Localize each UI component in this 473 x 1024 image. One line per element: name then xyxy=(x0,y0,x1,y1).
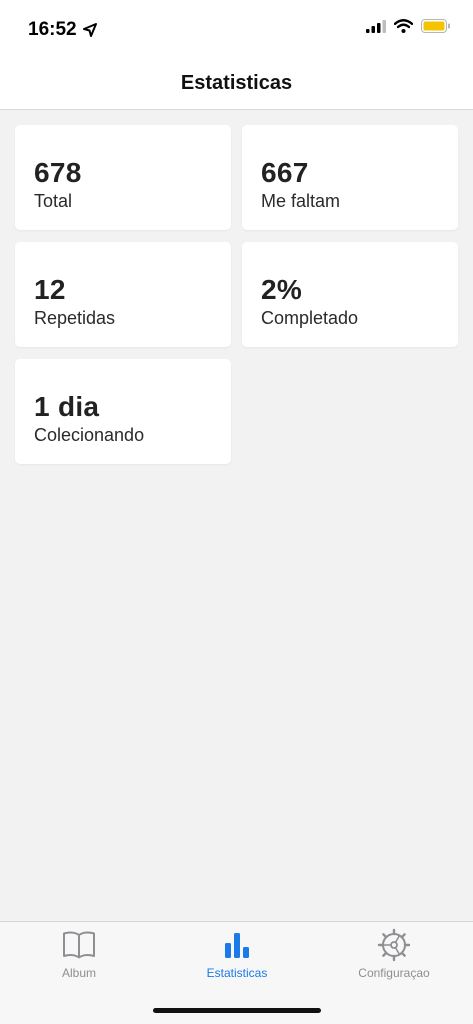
stat-card-duplicates: 12 Repetidas xyxy=(15,242,231,347)
stat-value: 1 dia xyxy=(34,391,100,422)
tab-album[interactable]: Album xyxy=(0,922,158,992)
status-time-text: 16:52 xyxy=(28,19,77,40)
tab-configuracao[interactable]: Configuraçao xyxy=(315,922,473,992)
stat-value: 12 xyxy=(34,274,66,305)
battery-icon xyxy=(421,19,450,33)
navigation-header: Estatisticas xyxy=(0,58,473,110)
stat-label: Me faltam xyxy=(261,191,341,211)
status-time: 16:52 xyxy=(28,19,97,41)
wifi-icon xyxy=(394,19,413,33)
stat-value: 2% xyxy=(261,274,303,305)
tab-estatisticas[interactable]: Estatisticas xyxy=(158,922,316,992)
stat-label: Repetidas xyxy=(34,308,116,328)
tab-label: Estatisticas xyxy=(206,966,268,980)
stat-card-total: 678 Total xyxy=(15,125,231,230)
book-icon xyxy=(62,928,96,962)
stat-label: Colecionando xyxy=(34,425,145,445)
status-icons xyxy=(366,19,451,33)
signal-icon xyxy=(366,19,386,33)
tab-label: Album xyxy=(61,966,96,980)
page-title: Estatisticas xyxy=(180,72,293,94)
tab-label: Configuraçao xyxy=(358,966,430,980)
stat-card-collecting-days: 1 dia Colecionando xyxy=(15,359,231,464)
gear-icon xyxy=(377,928,411,962)
stat-card-completed: 2% Completado xyxy=(242,242,458,347)
location-arrow-icon xyxy=(82,23,97,37)
status-bar: 16:52 xyxy=(0,0,473,58)
stat-label: Total xyxy=(34,191,73,211)
stat-value: 678 xyxy=(34,157,82,188)
bar-chart-icon xyxy=(223,928,251,962)
stat-card-missing: 667 Me faltam xyxy=(242,125,458,230)
home-indicator xyxy=(153,1008,321,1013)
stat-label: Completado xyxy=(261,308,359,328)
stat-value: 667 xyxy=(261,157,309,188)
